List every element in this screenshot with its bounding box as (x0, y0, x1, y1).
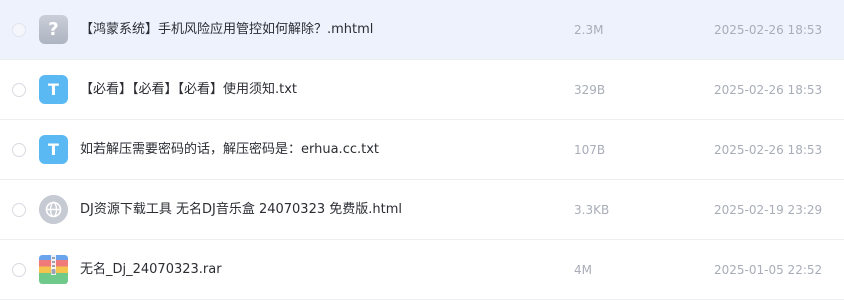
file-size: 107B (574, 143, 606, 157)
text-file-glyph: T (48, 140, 59, 159)
file-row[interactable]: 无名_Dj_24070323.rar 4M 2025-01-05 22:52 (0, 240, 844, 300)
file-list: ? 【鸿蒙系统】手机风险应用管控如何解除？.mhtml 2.3M 2025-02… (0, 0, 844, 300)
file-row[interactable]: DJ资源下载工具 无名DJ音乐盒 24070323 免费版.html 3.3KB… (0, 180, 844, 240)
file-size: 329B (574, 83, 606, 97)
unknown-file-glyph: ? (48, 19, 59, 40)
select-checkbox[interactable] (12, 83, 26, 97)
archive-file-icon (39, 255, 68, 284)
file-row[interactable]: T 【必看】【必看】【必看】使用须知.txt 329B 2025-02-26 1… (0, 60, 844, 120)
file-size: 3.3KB (574, 203, 610, 217)
file-date: 2025-02-26 18:53 (714, 83, 823, 97)
file-row[interactable]: ? 【鸿蒙系统】手机风险应用管控如何解除？.mhtml 2.3M 2025-02… (0, 0, 844, 60)
file-row[interactable]: T 如若解压需要密码的话，解压密码是：erhua.cc.txt 107B 202… (0, 120, 844, 180)
file-name[interactable]: DJ资源下载工具 无名DJ音乐盒 24070323 免费版.html (80, 201, 402, 219)
file-size: 4M (574, 263, 592, 277)
select-checkbox[interactable] (12, 23, 26, 37)
text-file-icon: T (39, 135, 68, 164)
select-checkbox[interactable] (12, 143, 26, 157)
select-checkbox[interactable] (12, 203, 26, 217)
file-date: 2025-02-26 18:53 (714, 23, 823, 37)
file-date: 2025-02-26 18:53 (714, 143, 823, 157)
file-name[interactable]: 无名_Dj_24070323.rar (80, 261, 222, 279)
file-name[interactable]: 【鸿蒙系统】手机风险应用管控如何解除？.mhtml (80, 21, 373, 39)
select-checkbox[interactable] (12, 263, 26, 277)
file-name[interactable]: 如若解压需要密码的话，解压密码是：erhua.cc.txt (80, 141, 379, 159)
globe-icon (39, 195, 68, 224)
file-date: 2025-01-05 22:52 (714, 263, 823, 277)
text-file-glyph: T (48, 80, 59, 99)
file-date: 2025-02-19 23:29 (714, 203, 823, 217)
file-size: 2.3M (574, 23, 604, 37)
file-name[interactable]: 【必看】【必看】【必看】使用须知.txt (80, 81, 297, 99)
text-file-icon: T (39, 75, 68, 104)
web-file-icon (39, 195, 68, 224)
unknown-file-icon: ? (39, 15, 68, 44)
zip-archive-icon (39, 255, 68, 284)
